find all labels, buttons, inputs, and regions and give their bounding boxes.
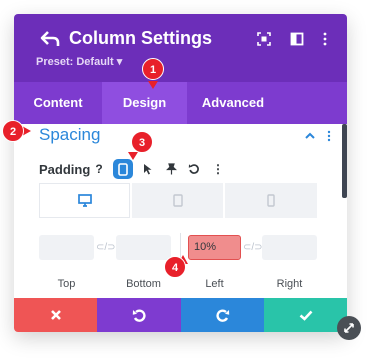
callout-pointer	[148, 81, 158, 89]
resize-icon	[344, 323, 354, 333]
padding-right-input[interactable]	[262, 235, 317, 260]
cursor-hover-icon[interactable]	[139, 160, 157, 178]
kebab-menu-icon[interactable]	[318, 32, 332, 46]
action-bar	[14, 298, 347, 332]
chevron-up-icon[interactable]	[304, 130, 316, 142]
desktop-tab[interactable]	[39, 183, 130, 218]
undo-button[interactable]	[97, 298, 181, 332]
reset-icon[interactable]	[185, 160, 203, 178]
callout-badge-1: 1	[142, 58, 164, 80]
panel-header: Column Settings Preset: Default ▾	[14, 14, 347, 82]
section-title-spacing[interactable]: Spacing	[39, 125, 100, 145]
padding-top-input[interactable]	[39, 235, 94, 260]
back-arrow-icon[interactable]	[40, 30, 60, 48]
tab-advanced[interactable]: Advanced	[187, 82, 279, 124]
device-tabs	[39, 183, 317, 218]
column-settings-panel: Column Settings Preset: Default ▾ Conten…	[14, 14, 347, 332]
sidebar-icon[interactable]	[290, 32, 304, 46]
link-top-bottom-icon[interactable]: ⊂/⊃	[96, 242, 116, 253]
panel-title: Column Settings	[69, 28, 212, 48]
checkmark-icon	[299, 310, 312, 321]
padding-label: Padding	[39, 162, 91, 177]
label-left: Left	[205, 278, 224, 290]
redo-button[interactable]	[181, 298, 264, 332]
preset-dropdown[interactable]: Preset: Default ▾	[36, 55, 122, 68]
redo-icon	[215, 308, 229, 322]
callout-badge-4: 4	[164, 256, 186, 278]
callout-badge-2: 2	[2, 120, 24, 142]
label-top: Top	[57, 278, 76, 290]
label-bottom: Bottom	[126, 278, 161, 290]
undo-icon	[132, 308, 146, 322]
section-menu-icon[interactable]	[323, 130, 335, 142]
desktop-icon	[77, 194, 92, 207]
label-right: Right	[276, 278, 303, 290]
close-icon	[50, 310, 61, 320]
settings-tabs: Content Design Advanced	[14, 82, 347, 124]
tablet-icon	[172, 194, 183, 207]
responsive-icon[interactable]	[113, 159, 133, 179]
pin-icon[interactable]	[162, 160, 180, 178]
expand-icon[interactable]	[257, 32, 271, 46]
tablet-tab[interactable]	[132, 183, 223, 218]
padding-bottom-input[interactable]	[116, 235, 171, 260]
tab-content[interactable]: Content	[14, 82, 102, 124]
help-icon[interactable]: ?	[90, 160, 108, 178]
options-icon[interactable]: ⋮	[209, 160, 227, 178]
link-left-right-icon[interactable]: ⊂/⊃	[243, 242, 263, 253]
scrollbar[interactable]	[342, 124, 347, 198]
resize-handle[interactable]	[337, 316, 361, 340]
tab-design[interactable]: Design	[102, 82, 187, 124]
padding-left-input[interactable]: 10%	[188, 235, 241, 260]
cancel-button[interactable]	[14, 298, 97, 332]
phone-tab[interactable]	[225, 183, 317, 218]
save-button[interactable]	[264, 298, 347, 332]
callout-badge-3: 3	[131, 131, 153, 153]
callout-pointer	[128, 152, 138, 160]
phone-icon	[267, 194, 275, 207]
